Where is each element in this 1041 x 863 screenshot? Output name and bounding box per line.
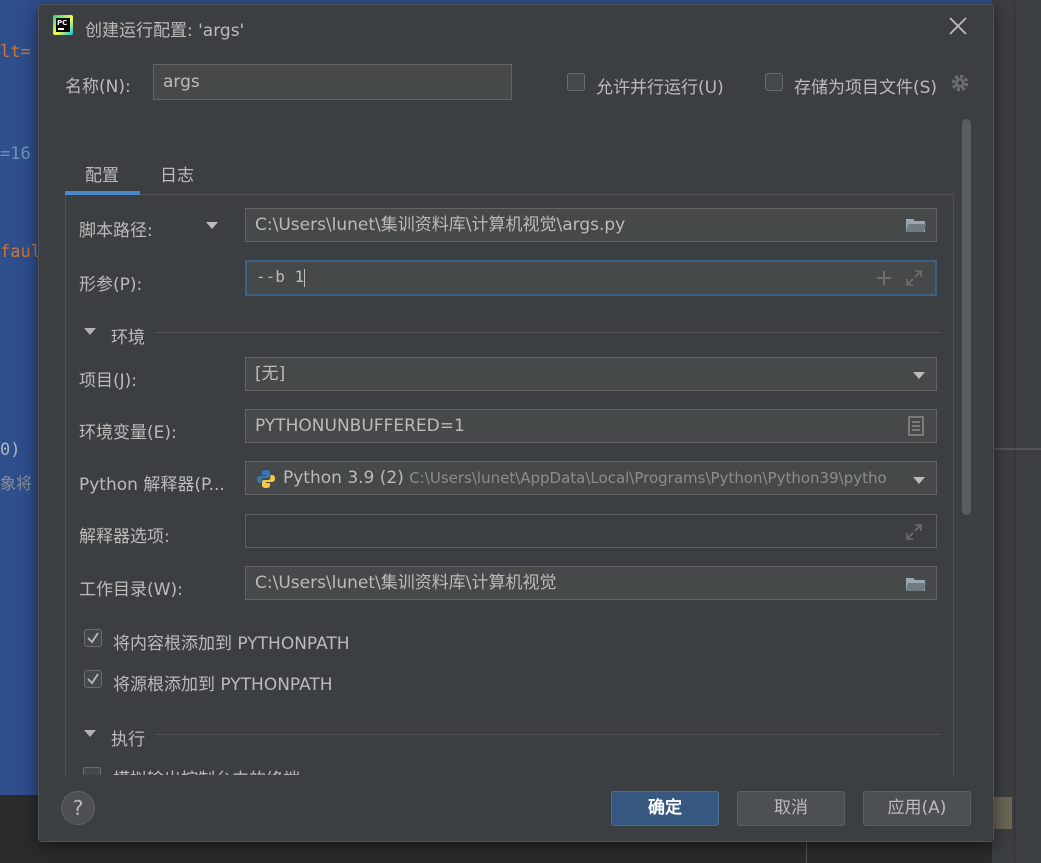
chevron-down-icon[interactable] <box>913 372 925 379</box>
scrollbar-thumb[interactable] <box>962 119 971 515</box>
script-path-label: 脚本路径: <box>79 221 153 241</box>
code-fragment-1: lt= <box>0 42 31 62</box>
interpreter-name: Python 3.9 (2) <box>283 468 404 488</box>
interpreter-label: Python 解释器(P... <box>79 475 225 495</box>
dialog-title: 创建运行配置: 'args' <box>85 21 245 41</box>
script-path-value: C:\Users\lunet\集训资料库\计算机视觉\args.py <box>255 215 626 235</box>
workdir-label: 工作目录(W): <box>79 580 183 600</box>
name-input-value: args <box>163 72 200 92</box>
editor-right-gutter <box>992 0 1041 863</box>
expand-icon[interactable] <box>905 269 923 291</box>
python-icon <box>256 468 276 494</box>
params-input[interactable]: --b 1 <box>245 260 937 296</box>
env-vars-input[interactable]: PYTHONUNBUFFERED=1 <box>245 409 937 443</box>
interp-options-label: 解释器选项: <box>79 527 170 547</box>
project-value: [无] <box>255 364 286 384</box>
tab-logs[interactable]: 日志 <box>160 161 194 186</box>
dialog-footer: ? 确定 取消 应用(A) <box>39 775 993 841</box>
env-collapse-icon[interactable] <box>84 328 96 335</box>
env-section-title: 环境 <box>111 328 145 348</box>
expand-options-icon[interactable] <box>905 523 923 545</box>
dialog-titlebar: PC 创建运行配置: 'args' <box>39 5 993 47</box>
store-project-label: 存储为项目文件(S) <box>794 78 938 98</box>
emulate-terminal-checkbox[interactable] <box>83 767 101 775</box>
env-vars-label: 环境变量(E): <box>79 423 177 443</box>
ok-button[interactable]: 确定 <box>611 791 719 826</box>
workdir-folder-icon[interactable] <box>905 575 927 597</box>
apply-button[interactable]: 应用(A) <box>863 791 971 826</box>
add-source-roots-checkbox[interactable] <box>84 670 102 688</box>
interpreter-chevron-down-icon[interactable] <box>913 477 925 484</box>
emulate-terminal-label: 模拟输出控制台中的终端 <box>113 767 300 775</box>
workdir-input[interactable]: C:\Users\lunet\集训资料库\计算机视觉 <box>245 566 937 600</box>
exec-section-divider <box>155 734 941 735</box>
params-label: 形参(P): <box>79 275 143 295</box>
code-fragment-3: faul <box>0 242 41 262</box>
gutter-button <box>992 797 1012 829</box>
pycharm-logo-icon: PC <box>53 15 73 35</box>
gear-icon[interactable] <box>949 72 971 94</box>
gutter-marker <box>992 448 1041 450</box>
code-fragment-5: 象将 <box>0 474 33 493</box>
store-project-checkbox[interactable] <box>765 73 783 91</box>
code-fragment-4: 0) <box>0 440 21 460</box>
run-config-dialog: PC 创建运行配置: 'args' 名称(N): args 允许并行运行(U) … <box>38 4 994 842</box>
add-content-roots-checkbox[interactable] <box>84 629 102 647</box>
help-button[interactable]: ? <box>61 791 95 825</box>
code-fragment-2: =16 <box>0 144 31 164</box>
script-path-input[interactable]: C:\Users\lunet\集训资料库\计算机视觉\args.py <box>245 208 937 242</box>
interpreter-select[interactable]: Python 3.9 (2) C:\Users\lunet\AppData\Lo… <box>245 461 937 495</box>
allow-parallel-label: 允许并行运行(U) <box>596 78 724 98</box>
cutoff-row: 模拟输出控制台中的终端 <box>83 767 383 775</box>
env-vars-value: PYTHONUNBUFFERED=1 <box>255 416 465 436</box>
exec-section-title: 执行 <box>111 730 145 750</box>
tab-config[interactable]: 配置 <box>85 161 119 186</box>
cancel-button[interactable]: 取消 <box>737 791 845 826</box>
workdir-value: C:\Users\lunet\集训资料库\计算机视觉 <box>255 573 557 593</box>
exec-collapse-icon[interactable] <box>84 730 96 737</box>
allow-parallel-checkbox[interactable] <box>567 73 585 91</box>
project-select[interactable]: [无] <box>245 357 937 391</box>
interpreter-value: Python 3.9 (2) C:\Users\lunet\AppData\Lo… <box>283 462 887 494</box>
script-type-dropdown-icon[interactable] <box>206 222 218 229</box>
name-input[interactable]: args <box>153 64 512 100</box>
params-value: --b 1 <box>256 267 305 286</box>
interpreter-path: C:\Users\lunet\AppData\Local\Programs\Py… <box>409 469 887 487</box>
text-caret <box>304 268 306 287</box>
folder-icon[interactable] <box>905 216 927 238</box>
gutter-divider <box>1014 0 1015 863</box>
plus-icon[interactable] <box>875 269 893 291</box>
name-label: 名称(N): <box>65 77 131 97</box>
add-content-roots-label: 将内容根添加到 PYTHONPATH <box>113 634 350 654</box>
close-icon[interactable] <box>945 13 971 39</box>
interp-options-input[interactable] <box>245 514 937 548</box>
add-source-roots-label: 将源根添加到 PYTHONPATH <box>113 675 333 695</box>
env-section-divider <box>155 332 941 333</box>
document-icon[interactable] <box>908 416 924 440</box>
project-label: 项目(J): <box>79 371 138 391</box>
